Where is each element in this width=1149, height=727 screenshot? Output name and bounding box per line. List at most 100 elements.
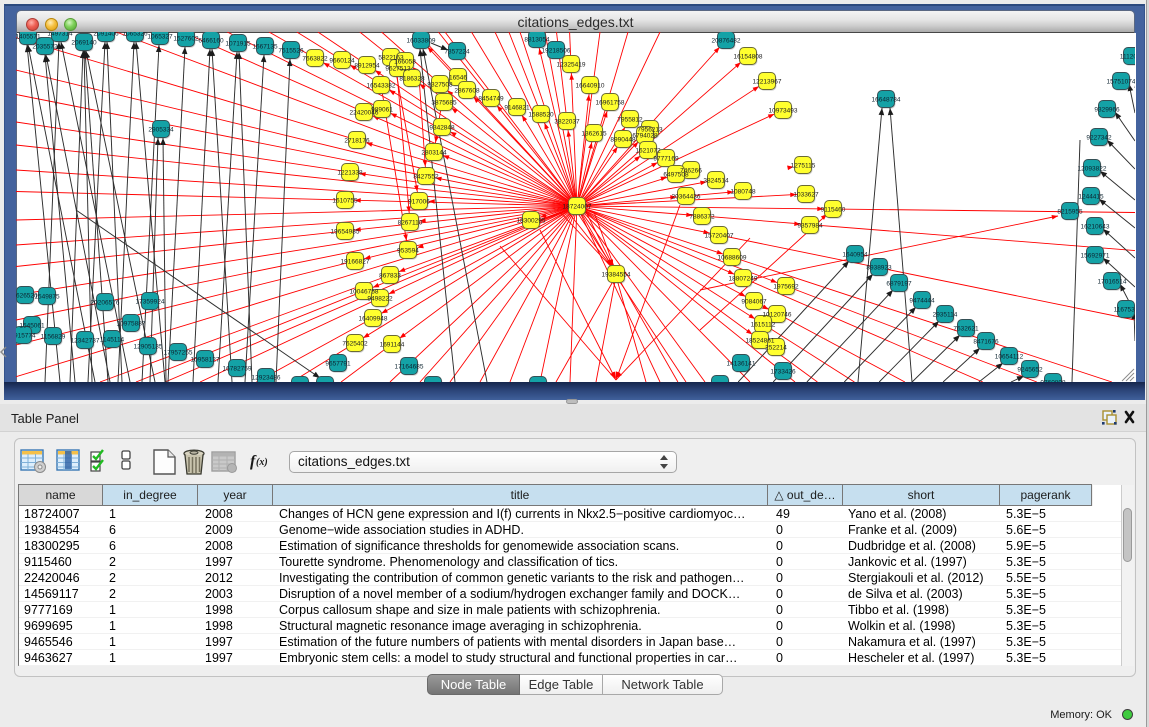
- svg-text:20206576: 20206576: [91, 300, 120, 307]
- svg-text:20876482: 20876482: [712, 38, 741, 45]
- svg-text:18807249: 18807249: [729, 276, 758, 283]
- svg-text:16546: 16546: [449, 75, 467, 82]
- svg-text:8267110: 8267110: [398, 220, 423, 227]
- svg-text:1033627: 1033627: [793, 192, 819, 199]
- svg-text:(x): (x): [256, 457, 268, 468]
- svg-text:9657791: 9657791: [325, 361, 351, 368]
- svg-text:19654985: 19654985: [331, 229, 360, 236]
- svg-text:10958127: 10958127: [191, 357, 220, 364]
- svg-text:166058: 166058: [394, 59, 416, 66]
- svg-text:9498222: 9498222: [367, 296, 393, 303]
- svg-text:16033809: 16033809: [407, 38, 436, 45]
- svg-text:6466160: 6466160: [198, 38, 224, 45]
- svg-text:2069140: 2069140: [71, 40, 97, 47]
- svg-text:1145114: 1145114: [100, 337, 125, 344]
- svg-text:989061: 989061: [371, 107, 393, 114]
- svg-text:2867608: 2867608: [454, 88, 480, 95]
- svg-text:8215955: 8215955: [1057, 209, 1083, 216]
- svg-text:9245652: 9245652: [1017, 367, 1043, 374]
- svg-text:1112037: 1112037: [1120, 54, 1135, 61]
- svg-text:2718176: 2718176: [344, 138, 370, 145]
- svg-text:17016514: 17016514: [1098, 279, 1127, 286]
- svg-text:1588520: 1588520: [528, 112, 554, 119]
- svg-text:10120746: 10120746: [763, 312, 792, 319]
- svg-text:1156829: 1156829: [41, 334, 66, 341]
- svg-text:9660124: 9660124: [329, 58, 355, 65]
- svg-text:2091406: 2091406: [93, 32, 119, 38]
- svg-text:1221338: 1221338: [337, 170, 363, 177]
- svg-text:1275115: 1275115: [791, 163, 816, 170]
- svg-text:17957255: 17957255: [164, 350, 193, 357]
- svg-text:7625402: 7625402: [342, 341, 368, 348]
- svg-text:8454749: 8454749: [478, 96, 504, 103]
- svg-text:1621072: 1621072: [635, 148, 661, 155]
- svg-text:20364436: 20364436: [672, 194, 701, 201]
- svg-text:867833: 867833: [379, 273, 401, 280]
- svg-text:917006: 917006: [408, 199, 430, 206]
- svg-text:9084067: 9084067: [741, 299, 767, 306]
- svg-text:12905135: 12905135: [134, 344, 163, 351]
- svg-text:10046758: 10046758: [350, 289, 379, 296]
- svg-text:252214: 252214: [765, 345, 787, 352]
- svg-text:12213967: 12213967: [753, 79, 782, 86]
- svg-text:1244415: 1244415: [1078, 194, 1104, 201]
- svg-text:9146821: 9146821: [504, 105, 530, 112]
- svg-text:1527602: 1527602: [173, 36, 199, 43]
- svg-text:19166827: 19166827: [341, 259, 370, 266]
- svg-text:9474444: 9474444: [909, 298, 935, 305]
- svg-text:14136141: 14136141: [727, 361, 756, 368]
- svg-text:8186328: 8186328: [399, 76, 425, 83]
- svg-text:6794028: 6794028: [632, 133, 658, 140]
- svg-text:7886372: 7886372: [689, 214, 715, 221]
- svg-text:8912954: 8912954: [354, 63, 380, 70]
- svg-text:7955812: 7955812: [617, 117, 643, 124]
- svg-text:6497508: 6497508: [663, 172, 689, 179]
- svg-text:2035572: 2035572: [32, 44, 58, 51]
- svg-text:1167533: 1167533: [1114, 307, 1135, 314]
- svg-text:8938923: 8938923: [866, 265, 892, 272]
- svg-text:15751074: 15751074: [1107, 79, 1135, 86]
- svg-text:1549875: 1549875: [34, 294, 60, 301]
- svg-text:1615112: 1615112: [751, 322, 776, 329]
- svg-text:1733426: 1733426: [770, 369, 796, 376]
- svg-text:16648784: 16648784: [872, 97, 901, 104]
- svg-text:18524861: 18524861: [746, 338, 775, 345]
- svg-text:1405571: 1405571: [16, 34, 41, 41]
- svg-text:16543382: 16543382: [367, 83, 396, 90]
- svg-text:12093822: 12093822: [1078, 166, 1107, 173]
- svg-text:9777169: 9777169: [653, 156, 679, 163]
- svg-text:1691144: 1691144: [380, 342, 405, 349]
- svg-text:8427552: 8427552: [413, 174, 439, 181]
- svg-text:10973493: 10973493: [769, 108, 798, 115]
- svg-text:1362615: 1362615: [581, 131, 607, 138]
- svg-text:9357984: 9357984: [797, 223, 823, 230]
- svg-text:18300295: 18300295: [517, 218, 546, 225]
- svg-text:18724007: 18724007: [563, 204, 592, 211]
- svg-text:9327508: 9327508: [427, 82, 453, 89]
- svg-text:9627513: 9627513: [385, 66, 411, 73]
- svg-text:7632621: 7632621: [953, 326, 979, 333]
- svg-text:1610755: 1610755: [332, 198, 358, 205]
- svg-text:15692971: 15692971: [1081, 253, 1110, 260]
- svg-text:3915774: 3915774: [16, 333, 36, 340]
- svg-text:1497314: 1497314: [47, 32, 73, 38]
- svg-text:1065327: 1065327: [147, 34, 173, 41]
- svg-text:2905334: 2905334: [148, 127, 174, 134]
- svg-text:12342737: 12342737: [71, 338, 100, 345]
- svg-text:16409948: 16409948: [359, 316, 388, 323]
- svg-text:10688609: 10688609: [718, 255, 747, 262]
- svg-text:10975887: 10975887: [117, 321, 146, 328]
- svg-text:7357224: 7357224: [444, 49, 470, 56]
- svg-text:6879197: 6879197: [886, 281, 912, 288]
- svg-text:16961758: 16961758: [596, 100, 625, 107]
- svg-text:19384554: 19384554: [602, 272, 631, 279]
- svg-text:2803144: 2803144: [421, 150, 447, 157]
- svg-text:8813054: 8813054: [524, 37, 550, 44]
- svg-text:17359924: 17359924: [136, 299, 165, 306]
- svg-text:3875685: 3875685: [431, 100, 457, 107]
- svg-text:7663822: 7663822: [302, 56, 328, 63]
- svg-text:17164685: 17164685: [395, 364, 424, 371]
- svg-text:15720407: 15720407: [705, 233, 734, 240]
- svg-text:12325419: 12325419: [557, 62, 586, 69]
- svg-text:9329966: 9329966: [1094, 107, 1120, 114]
